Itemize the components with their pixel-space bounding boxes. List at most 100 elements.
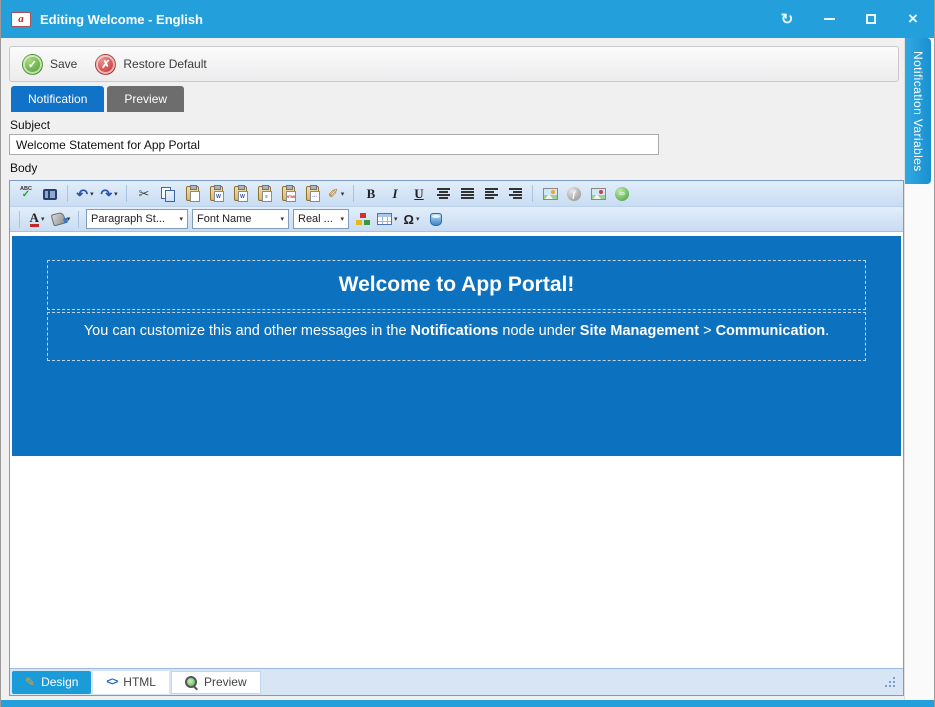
pencil-icon: ✎: [25, 675, 35, 689]
heading-content-block[interactable]: Welcome to App Portal!: [47, 260, 866, 310]
align-center-button[interactable]: [433, 184, 453, 204]
chevron-down-icon: ▾: [341, 190, 345, 198]
undo-icon: ↶: [76, 187, 88, 201]
insert-link-button[interactable]: [612, 184, 632, 204]
body-label: Body: [9, 161, 904, 175]
minimize-button[interactable]: [820, 10, 838, 28]
editor-toolbar-row2: A ▾ ▾ Paragraph St... ▾ Font Name ▾: [10, 207, 903, 232]
image-manager-button[interactable]: [588, 184, 608, 204]
redo-button[interactable]: ↷ ▾: [99, 184, 119, 204]
subject-input[interactable]: [9, 134, 659, 155]
tab-preview[interactable]: Preview: [107, 86, 184, 112]
align-left-icon: [485, 187, 498, 200]
email-body-background: Welcome to App Portal! You can customize…: [12, 236, 901, 456]
restore-default-button[interactable]: ✗ Restore Default: [95, 54, 206, 75]
editor-canvas[interactable]: Welcome to App Portal! You can customize…: [10, 232, 903, 668]
align-right-button[interactable]: [505, 184, 525, 204]
toolbar-separator: [78, 211, 79, 228]
link-icon: [615, 187, 629, 201]
image-manager-icon: [591, 188, 606, 200]
align-left-button[interactable]: [481, 184, 501, 204]
paste-button[interactable]: [182, 184, 202, 204]
code-icon: <>: [106, 676, 117, 688]
tab-notification[interactable]: Notification: [11, 86, 104, 112]
save-button[interactable]: ✓ Save: [22, 54, 77, 75]
chevron-down-icon: ▾: [340, 215, 344, 223]
spellcheck-button[interactable]: ABC ✓: [16, 184, 36, 204]
insert-symbol-button[interactable]: Ω ▾: [402, 209, 422, 229]
underline-button[interactable]: U: [409, 184, 429, 204]
welcome-heading: Welcome to App Portal!: [339, 273, 575, 297]
insert-media-button[interactable]: f: [564, 184, 584, 204]
format-painter-icon: ✐: [328, 186, 339, 202]
format-painter-button[interactable]: ✐ ▾: [326, 184, 346, 204]
notification-variables-tab[interactable]: Notification Variables: [905, 38, 931, 184]
chevron-down-icon: ▾: [394, 215, 398, 223]
paste-html-button[interactable]: HTML: [278, 184, 298, 204]
font-name-dropdown[interactable]: Font Name ▾: [192, 209, 289, 229]
toolbar-separator: [353, 185, 354, 202]
redo-icon: ↷: [100, 187, 112, 201]
rich-text-editor: ABC ✓ ↶ ▾ ↷ ▾ ✂: [9, 180, 904, 696]
resize-grip[interactable]: [893, 685, 895, 687]
editor-mode-strip: ✎ Design <> HTML Preview: [10, 668, 903, 695]
html-tab-label: HTML: [123, 675, 156, 689]
title-bar[interactable]: a Editing Welcome - English ↻ ×: [1, 0, 934, 38]
toolbar-separator: [67, 185, 68, 202]
paste-from-word-strip-button[interactable]: W: [230, 184, 250, 204]
font-color-icon: A: [30, 211, 39, 227]
spellcheck-icon: ABC ✓: [20, 187, 32, 201]
font-color-button[interactable]: A ▾: [27, 209, 47, 229]
chevron-down-icon: ▾: [416, 215, 420, 223]
find-button[interactable]: [40, 184, 60, 204]
font-size-value: Real ...: [298, 213, 333, 225]
copy-button[interactable]: [158, 184, 178, 204]
align-right-icon: [509, 187, 522, 200]
close-button[interactable]: ×: [904, 10, 922, 28]
chevron-down-icon: ▾: [90, 190, 94, 198]
paste-word-strip-icon: W: [234, 186, 247, 201]
message-text: You can customize this and other message…: [84, 323, 829, 339]
paste-plain-text-button[interactable]: ≡: [254, 184, 274, 204]
paste-special-button[interactable]: ⋯: [302, 184, 322, 204]
insert-table-button[interactable]: ▾: [377, 209, 398, 229]
justify-icon: [461, 187, 474, 200]
magnifier-icon: [185, 676, 198, 689]
save-check-icon: ✓: [22, 54, 43, 75]
chevron-down-icon: ▾: [114, 190, 118, 198]
dialog-body: ✓ Save ✗ Restore Default Notification Pr…: [1, 38, 934, 700]
save-label: Save: [50, 57, 77, 71]
chevron-down-icon: ▾: [41, 215, 45, 223]
background-color-button[interactable]: ▾: [51, 209, 71, 229]
paste-from-word-button[interactable]: W: [206, 184, 226, 204]
chevron-down-icon: ▾: [280, 215, 284, 223]
undo-button[interactable]: ↶ ▾: [75, 184, 95, 204]
font-size-dropdown[interactable]: Real ... ▾: [293, 209, 349, 229]
window-bottom-edge: [1, 700, 934, 707]
justify-button[interactable]: [457, 184, 477, 204]
tab-html[interactable]: <> HTML: [93, 671, 169, 694]
tab-editor-preview[interactable]: Preview: [171, 671, 261, 694]
toolbar-separator: [19, 211, 20, 228]
tab-design[interactable]: ✎ Design: [12, 671, 91, 694]
omega-icon: Ω: [404, 213, 414, 226]
underline-icon: U: [414, 186, 423, 202]
insert-snippet-button[interactable]: [353, 209, 373, 229]
italic-button[interactable]: I: [385, 184, 405, 204]
app-envelope-icon: a: [11, 12, 31, 27]
copy-icon: [161, 187, 175, 201]
module-icon: [356, 213, 370, 225]
bold-icon: B: [367, 186, 376, 202]
top-tab-strip: Notification Preview: [9, 86, 904, 112]
message-content-block[interactable]: You can customize this and other message…: [47, 312, 866, 361]
dialog-window: a Editing Welcome - English ↻ × ✓ Save ✗…: [0, 0, 935, 707]
paste-plain-icon: ≡: [258, 186, 271, 201]
insert-image-button[interactable]: [540, 184, 560, 204]
refresh-icon[interactable]: ↻: [778, 10, 796, 28]
cut-button[interactable]: ✂: [134, 184, 154, 204]
toolbar-separator: [126, 185, 127, 202]
insert-object-button[interactable]: [426, 209, 446, 229]
bold-button[interactable]: B: [361, 184, 381, 204]
maximize-button[interactable]: [862, 10, 880, 28]
paragraph-style-dropdown[interactable]: Paragraph St... ▾: [86, 209, 188, 229]
